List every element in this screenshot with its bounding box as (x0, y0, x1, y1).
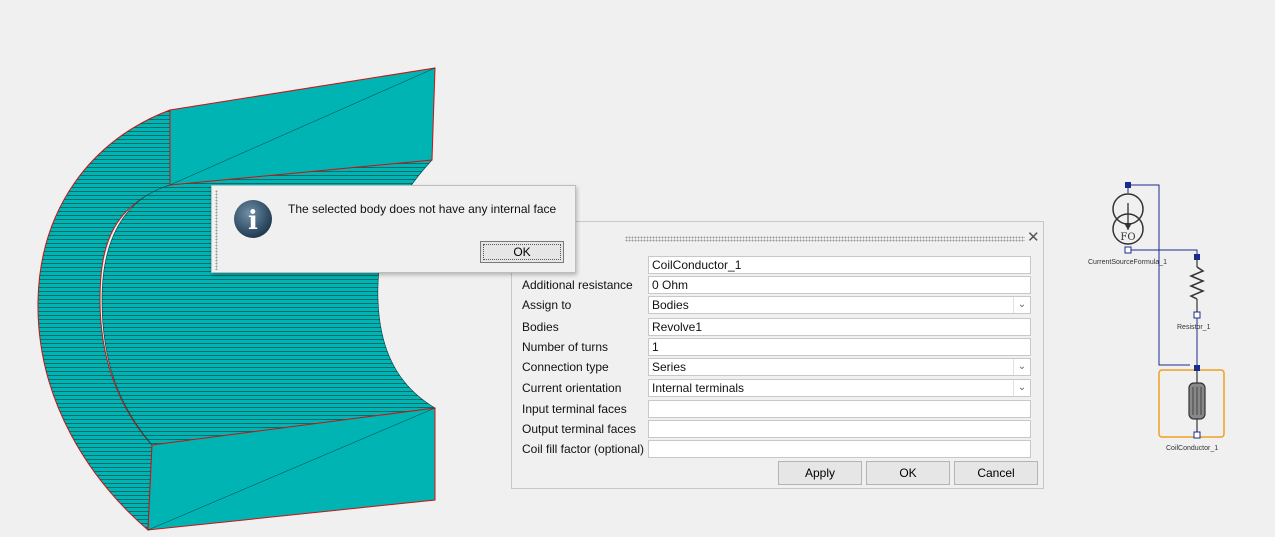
prop-row-assign-to: Assign to Bodies ⌄ (512, 295, 1045, 315)
prop-row-current-orientation: Current orientation Internal terminals ⌄ (512, 378, 1045, 398)
select-value: Bodies (652, 298, 689, 312)
source-label: CurrentSourceFormula_1 (1088, 259, 1167, 266)
prop-row-number-of-turns: Number of turns 1 (512, 337, 1045, 357)
coil-label: CoilConductor_1 (1166, 445, 1219, 452)
prop-row-name: CoilConductor_1 (512, 255, 1045, 275)
circuit-schematic: FO CurrentSourceFormula_1 Resistor_1 Coi… (1080, 175, 1275, 475)
wire (1128, 184, 1190, 366)
coil-conductor-panel: ctor_1 ✕ CoilConductor_1 Additional resi… (511, 221, 1044, 489)
prop-label: Input terminal faces (522, 402, 627, 416)
prop-row-coil-fill-factor: Coil fill factor (optional) (512, 439, 1045, 459)
ok-button[interactable]: OK (866, 461, 950, 485)
prop-label: Connection type (522, 360, 609, 374)
select-value: Internal terminals (652, 381, 745, 395)
message-box-drag-handle[interactable] (215, 190, 218, 270)
panel-drag-handle[interactable] (625, 236, 1025, 242)
coil-fill-factor-field[interactable] (648, 440, 1031, 458)
select-value: Series (652, 360, 687, 374)
prop-label: Output terminal faces (522, 422, 637, 436)
prop-row-bodies: Bodies Revolve1 (512, 317, 1045, 337)
coil-conductor-symbol[interactable] (1158, 365, 1225, 439)
close-icon[interactable]: ✕ (1027, 228, 1040, 246)
resistor-symbol[interactable] (1189, 254, 1205, 319)
apply-button[interactable]: Apply (778, 461, 862, 485)
message-text: The selected body does not have any inte… (288, 202, 557, 216)
message-box: i The selected body does not have any in… (211, 185, 576, 273)
prop-row-output-terminal-faces: Output terminal faces (512, 419, 1045, 439)
source-symbol-text: FO (1120, 232, 1135, 243)
prop-row-additional-resistance: Additional resistance 0 Ohm (512, 275, 1045, 295)
prop-label: Bodies (522, 320, 559, 334)
wire (1128, 249, 1198, 257)
output-terminal-faces-field[interactable] (648, 420, 1031, 438)
number-of-turns-field[interactable]: 1 (648, 338, 1031, 356)
prop-label: Coil fill factor (optional) (522, 442, 645, 456)
input-terminal-faces-field[interactable] (648, 400, 1031, 418)
prop-row-connection-type: Connection type Series ⌄ (512, 357, 1045, 377)
prop-label: Assign to (522, 298, 572, 312)
chevron-down-icon[interactable]: ⌄ (1013, 297, 1030, 313)
resistor-label: Resistor_1 (1177, 324, 1211, 331)
chevron-down-icon[interactable]: ⌄ (1013, 380, 1030, 396)
cancel-button[interactable]: Cancel (954, 461, 1038, 485)
prop-label: Current orientation (522, 381, 622, 395)
name-field[interactable]: CoilConductor_1 (648, 256, 1031, 274)
bodies-field[interactable]: Revolve1 (648, 318, 1031, 336)
message-ok-button[interactable]: OK (480, 241, 564, 263)
chevron-down-icon[interactable]: ⌄ (1013, 359, 1030, 375)
current-orientation-select[interactable]: Internal terminals ⌄ (648, 379, 1031, 397)
connection-type-select[interactable]: Series ⌄ (648, 358, 1031, 376)
prop-row-input-terminal-faces: Input terminal faces (512, 399, 1045, 419)
prop-label: Additional resistance (522, 278, 633, 292)
additional-resistance-field[interactable]: 0 Ohm (648, 276, 1031, 294)
prop-label: Number of turns (522, 340, 609, 354)
info-icon: i (234, 200, 272, 238)
assign-to-select[interactable]: Bodies ⌄ (648, 296, 1031, 314)
svg-text:i: i (248, 206, 258, 236)
